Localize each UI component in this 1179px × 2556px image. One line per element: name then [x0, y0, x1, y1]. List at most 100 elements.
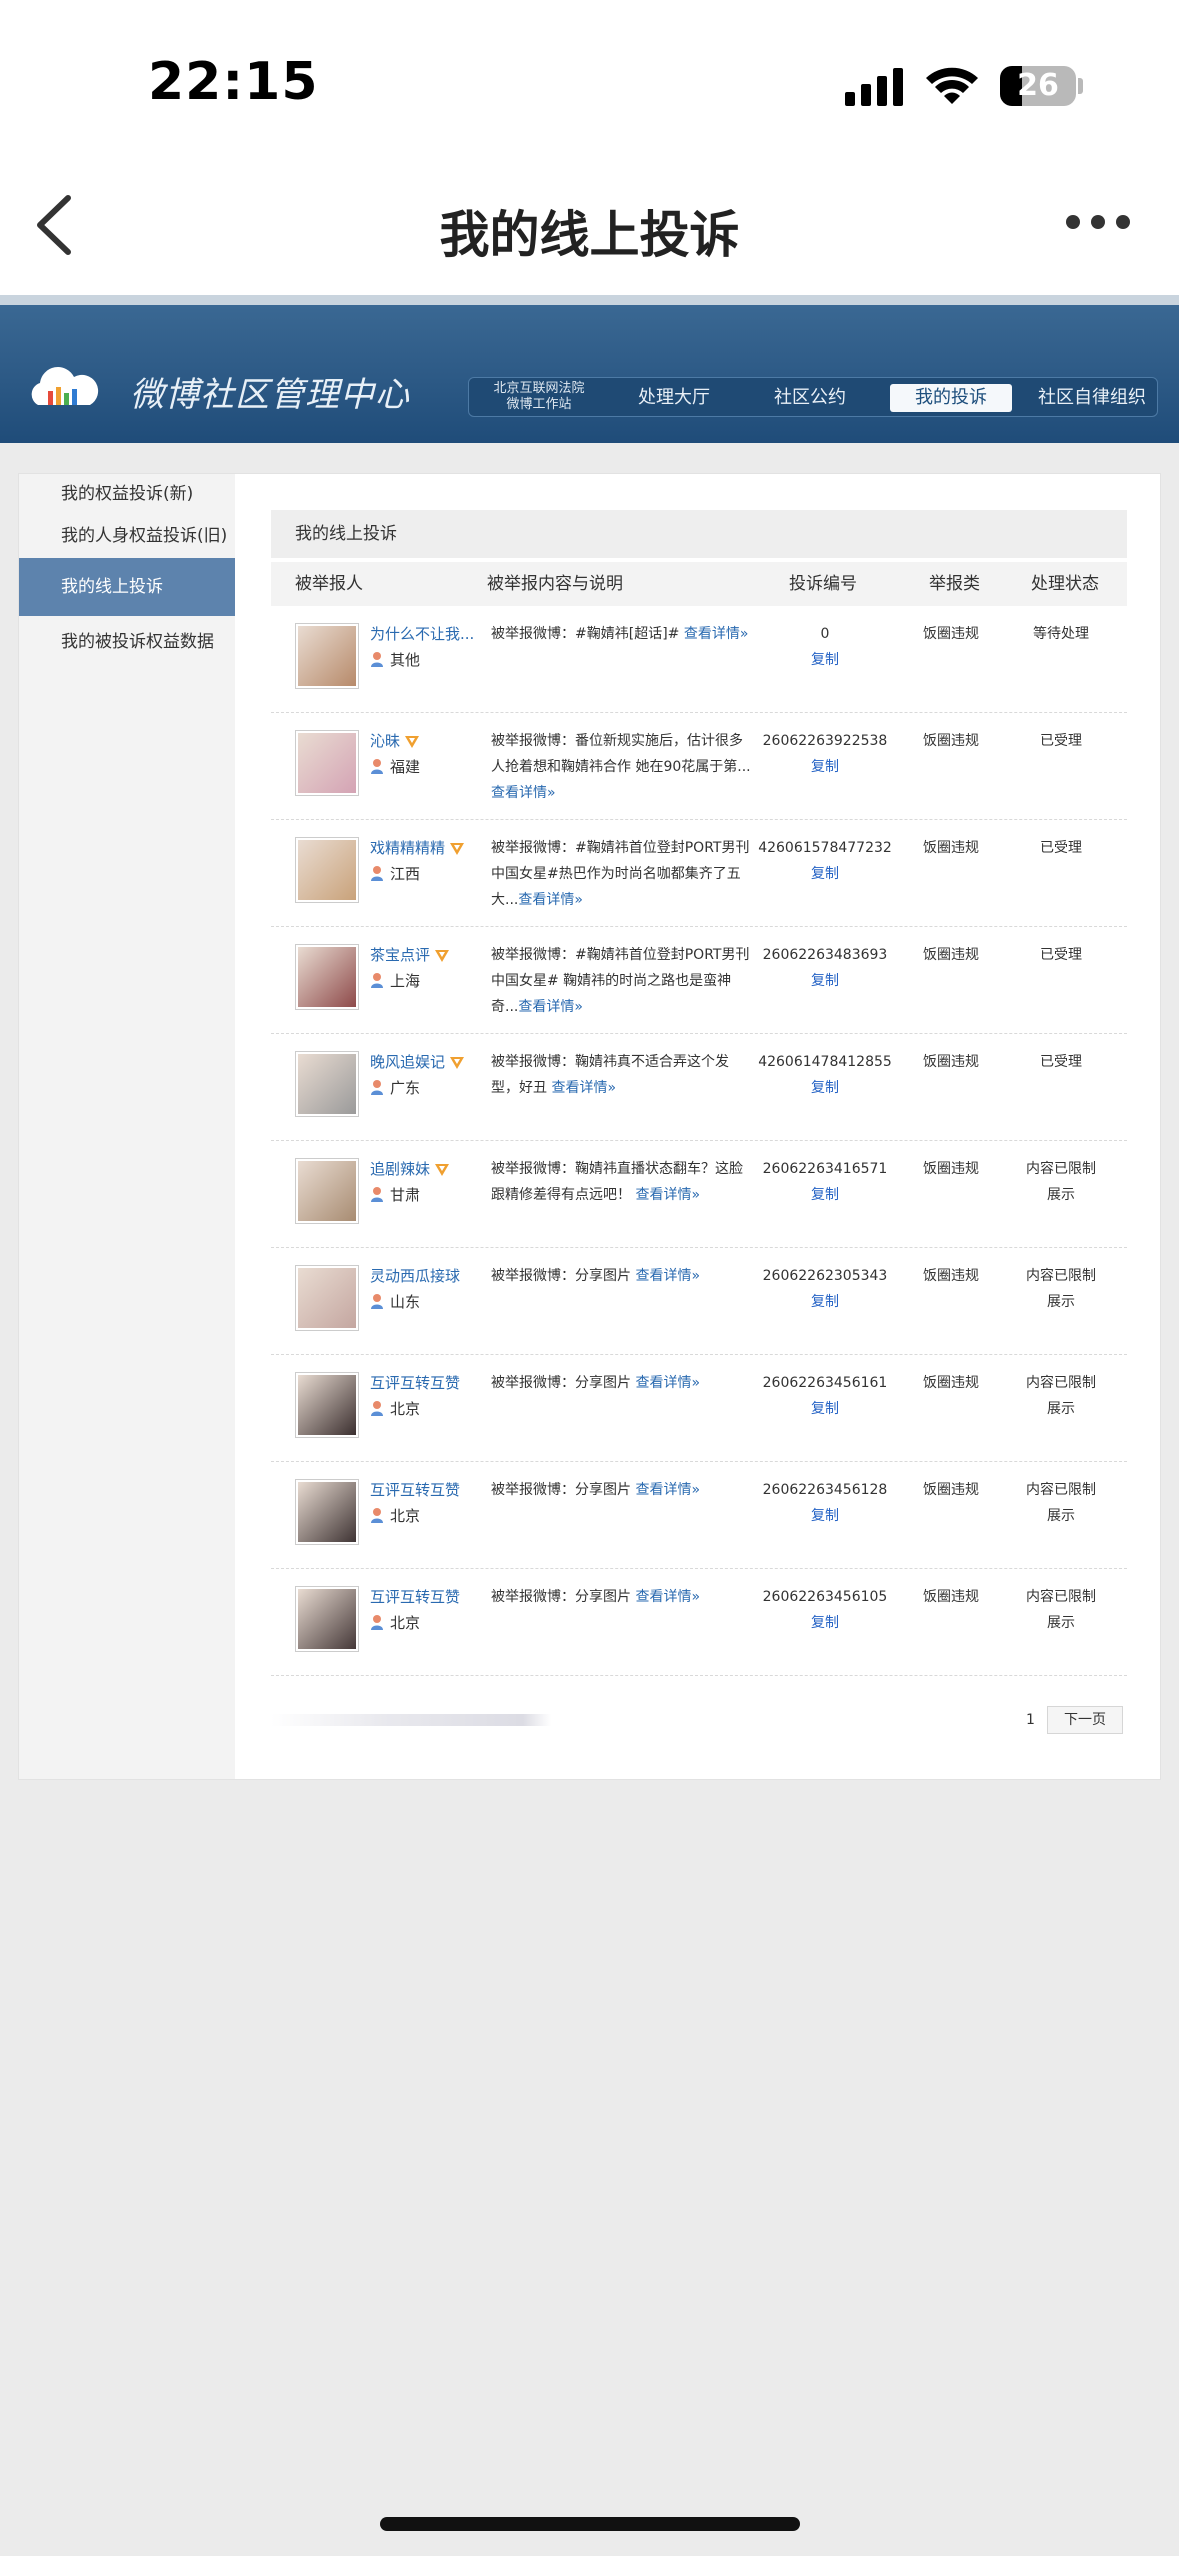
table-row: 互评互转互赞 北京 被举报微博：分享图片 查看详情» 26062263456128 复制…	[271, 1462, 1127, 1569]
copy-link[interactable]: 复制	[755, 1075, 895, 1101]
complaint-list: 为什么不让我... 其他 被举报微博：#鞠婧祎[超话]# 查看详情» 0 复制 饭圈违规等…	[271, 606, 1127, 1676]
report-status: 已受理	[1011, 942, 1111, 968]
table-row: 沁昧 福建 被举报微博：番位新规实施后，估计很多人抢着想和鞠婧祎合作 她在90花属于…	[271, 713, 1127, 820]
copy-link[interactable]: 复制	[755, 1503, 895, 1529]
copy-link[interactable]: 复制	[755, 1396, 895, 1422]
view-details-link[interactable]: 查看详情»	[635, 1375, 700, 1391]
avatar[interactable]	[295, 1372, 359, 1438]
status-time: 22:15	[148, 52, 319, 112]
view-details-link[interactable]: 查看详情»	[684, 626, 749, 642]
copy-link[interactable]: 复制	[755, 754, 895, 780]
avatar[interactable]	[295, 623, 359, 689]
report-status: 内容已限制 展示	[1011, 1156, 1111, 1208]
copy-link[interactable]: 复制	[755, 1182, 895, 1208]
complaint-id: 26062263922538 复制	[755, 728, 895, 780]
view-details-link[interactable]: 查看详情»	[635, 1482, 700, 1498]
status-bar: 22:15 26	[0, 0, 1179, 160]
view-details-link[interactable]: 查看详情»	[518, 892, 583, 908]
person-icon	[371, 1080, 383, 1095]
reporter-name[interactable]: 为什么不让我...	[370, 623, 474, 644]
report-status: 已受理	[1011, 1049, 1111, 1075]
status-line: 等待处理	[1033, 626, 1089, 642]
reporter-name[interactable]: 互评互转互赞	[370, 1586, 460, 1607]
report-type: 饭圈违规	[923, 840, 979, 856]
sidebar-item-personal-old[interactable]: 我的人身权益投诉(旧)	[19, 516, 235, 556]
nav-self-regulation[interactable]: 社区自律组织	[1029, 384, 1155, 412]
person-icon	[371, 1508, 383, 1523]
copy-link[interactable]: 复制	[755, 1289, 895, 1315]
col-status: 处理状态	[1031, 574, 1099, 594]
report-type: 饭圈违规	[923, 626, 979, 642]
reporter-name[interactable]: 灵动西瓜接球	[370, 1265, 460, 1286]
view-details-link[interactable]: 查看详情»	[635, 1589, 700, 1605]
cloud-logo-icon	[31, 367, 99, 405]
status-line: 内容已限制	[1026, 1589, 1096, 1605]
avatar[interactable]	[295, 944, 359, 1010]
reporter-location: 其他	[370, 649, 420, 670]
main-panel: 我的线上投诉 被举报人 被举报内容与说明 投诉编号 举报类 处理状态 为什么不让…	[271, 510, 1127, 1756]
nav-community-rules[interactable]: 社区公约	[755, 384, 865, 412]
avatar[interactable]	[295, 730, 359, 796]
sidebar-item-rights-new[interactable]: 我的权益投诉(新)	[19, 474, 235, 514]
avatar[interactable]	[295, 1265, 359, 1331]
copy-link[interactable]: 复制	[755, 647, 895, 673]
report-description: 被举报微博：分享图片 查看详情»	[491, 1268, 701, 1284]
next-page-button[interactable]: 下一页	[1047, 1706, 1123, 1734]
copy-link[interactable]: 复制	[755, 861, 895, 887]
reporter-name[interactable]: 沁昧	[370, 730, 420, 751]
view-details-link[interactable]: 查看详情»	[551, 1080, 616, 1096]
report-type: 饭圈违规	[923, 1482, 979, 1498]
reporter-name[interactable]: 互评互转互赞	[370, 1372, 460, 1393]
more-options-icon[interactable]	[1066, 215, 1130, 229]
report-type: 饭圈违规	[923, 1161, 979, 1177]
copy-link[interactable]: 复制	[755, 1610, 895, 1636]
view-details-link[interactable]: 查看详情»	[635, 1268, 700, 1284]
avatar[interactable]	[295, 1158, 359, 1224]
table-row: 追剧辣妹 甘肃 被举报微博：鞠婧祎直播状态翻车？这脸跟精修差得有点远吧！ 查看详情»…	[271, 1141, 1127, 1248]
complaint-id: 426061578477232 复制	[755, 835, 895, 887]
avatar[interactable]	[295, 1586, 359, 1652]
status-line: 内容已限制	[1026, 1482, 1096, 1498]
report-description: 被举报微博：鞠婧祎真不适合弄这个发型，好丑 查看详情»	[491, 1054, 729, 1096]
reporter-location: 北京	[370, 1505, 420, 1526]
status-line: 展示	[1047, 1294, 1075, 1310]
report-description: 被举报微博：鞠婧祎直播状态翻车？这脸跟精修差得有点远吧！ 查看详情»	[491, 1161, 743, 1203]
avatar[interactable]	[295, 1051, 359, 1117]
battery-cap	[1078, 78, 1083, 94]
view-details-link[interactable]: 查看详情»	[491, 785, 556, 801]
sidebar-item-reported-data[interactable]: 我的被投诉权益数据	[19, 622, 235, 662]
reporter-name[interactable]: 晚风追娱记	[370, 1051, 465, 1072]
pager: 1 下一页	[271, 1676, 1127, 1756]
status-line: 内容已限制	[1026, 1268, 1096, 1284]
report-status: 内容已限制 展示	[1011, 1370, 1111, 1422]
view-details-link[interactable]: 查看详情»	[635, 1187, 700, 1203]
verified-icon	[450, 1056, 465, 1069]
blurred-summary	[271, 1714, 551, 1726]
person-icon	[371, 1615, 383, 1630]
avatar[interactable]	[295, 1479, 359, 1545]
sidebar-item-online[interactable]: 我的线上投诉	[19, 558, 235, 616]
reporter-location: 北京	[370, 1398, 420, 1419]
panel-title: 我的线上投诉	[271, 510, 1127, 558]
person-icon	[371, 1294, 383, 1309]
view-details-link[interactable]: 查看详情»	[518, 999, 583, 1015]
copy-link[interactable]: 复制	[755, 968, 895, 994]
court-workstation-link[interactable]: 北京互联网法院 微博工作站	[479, 381, 599, 413]
complaint-id: 26062263416571 复制	[755, 1156, 895, 1208]
page-number[interactable]: 1	[1026, 1712, 1035, 1728]
reporter-location: 福建	[370, 756, 420, 777]
complaint-id: 26062263456161 复制	[755, 1370, 895, 1422]
header-top-line	[0, 295, 1179, 305]
status-line: 展示	[1047, 1401, 1075, 1417]
nav-processing-hall[interactable]: 处理大厅	[619, 384, 729, 412]
reporter-name[interactable]: 戏精精精精	[370, 837, 465, 858]
reporter-name[interactable]: 茶宝点评	[370, 944, 450, 965]
weibo-header: 微博社区管理中心 北京互联网法院 微博工作站 处理大厅 社区公约 我的投诉 社区…	[0, 295, 1179, 443]
nav-my-complaints[interactable]: 我的投诉	[890, 384, 1012, 412]
reporter-name[interactable]: 互评互转互赞	[370, 1479, 460, 1500]
reporter-location: 山东	[370, 1291, 420, 1312]
report-status: 已受理	[1011, 835, 1111, 861]
avatar[interactable]	[295, 837, 359, 903]
report-description: 被举报微博：#鞠婧祎[超话]# 查看详情»	[491, 626, 749, 642]
reporter-name[interactable]: 追剧辣妹	[370, 1158, 450, 1179]
